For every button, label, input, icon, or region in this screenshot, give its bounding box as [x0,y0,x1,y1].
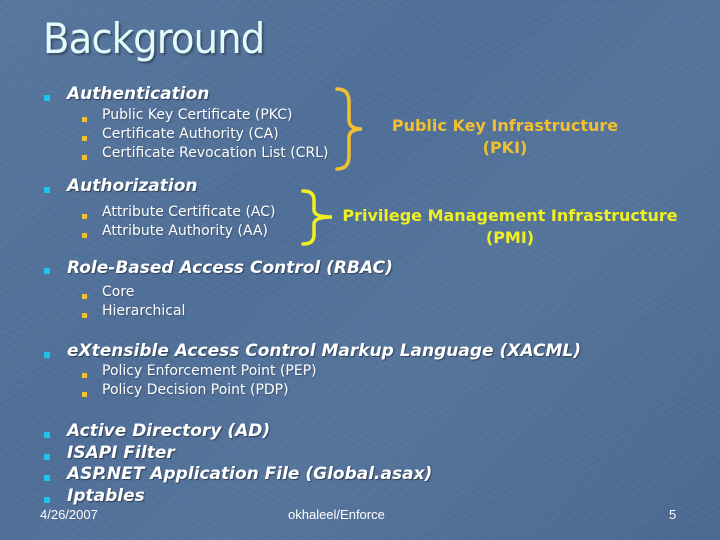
pki-callout: Public Key Infrastructure (PKI) [360,115,650,159]
subitem-pep: Policy Enforcement Point (PEP) [102,363,317,379]
subitem-core: Core [102,284,135,300]
bullet-icon [44,352,50,358]
pmi-callout-title: Privilege Management Infrastructure [342,206,678,225]
item-authentication: Authentication [67,84,210,104]
bullet-icon [44,187,50,193]
footer-date: 4/26/2007 [40,507,98,522]
subitem-ca: Certificate Authority (CA) [102,126,279,142]
sub-bullet-icon [82,233,87,238]
bullet-icon [44,475,50,481]
item-isapi-filter: ISAPI Filter [67,443,175,463]
item-rbac: Role-Based Access Control (RBAC) [67,258,393,278]
slide-number: 5 [669,507,677,522]
subitem-pkc: Public Key Certificate (PKC) [102,107,293,123]
item-active-directory: Active Directory (AD) [67,421,271,441]
pki-callout-abbr: (PKI) [482,138,528,157]
bullet-icon [44,454,50,460]
bullet-icon [44,497,50,503]
subitem-crl: Certificate Revocation List (CRL) [102,145,329,161]
pmi-callout-abbr: (PMI) [485,228,535,247]
sub-bullet-icon [82,155,87,160]
sub-bullet-icon [82,214,87,219]
sub-bullet-icon [82,392,87,397]
sub-bullet-icon [82,117,87,122]
item-authorization: Authorization [67,176,198,196]
pmi-callout: Privilege Management Infrastructure (PMI… [340,205,680,249]
bullet-icon [44,432,50,438]
subitem-hierarchical: Hierarchical [102,303,186,319]
sub-bullet-icon [82,373,87,378]
pmi-brace-icon [301,189,333,246]
item-xacml: eXtensible Access Control Markup Languag… [67,341,581,361]
subitem-ac: Attribute Certificate (AC) [102,204,276,220]
sub-bullet-icon [82,294,87,299]
subitem-pdp: Policy Decision Point (PDP) [102,382,289,398]
sub-bullet-icon [82,136,87,141]
bullet-icon [44,95,50,101]
pki-callout-title: Public Key Infrastructure [391,116,619,135]
footer-author: okhaleel/Enforce [288,507,385,522]
sub-bullet-icon [82,313,87,318]
bullet-icon [44,268,50,274]
item-iptables: Iptables [67,486,145,506]
slide-title: Background [43,14,265,63]
subitem-aa: Attribute Authority (AA) [102,223,268,239]
item-aspnet-global-asax: ASP.NET Application File (Global.asax) [67,464,433,484]
